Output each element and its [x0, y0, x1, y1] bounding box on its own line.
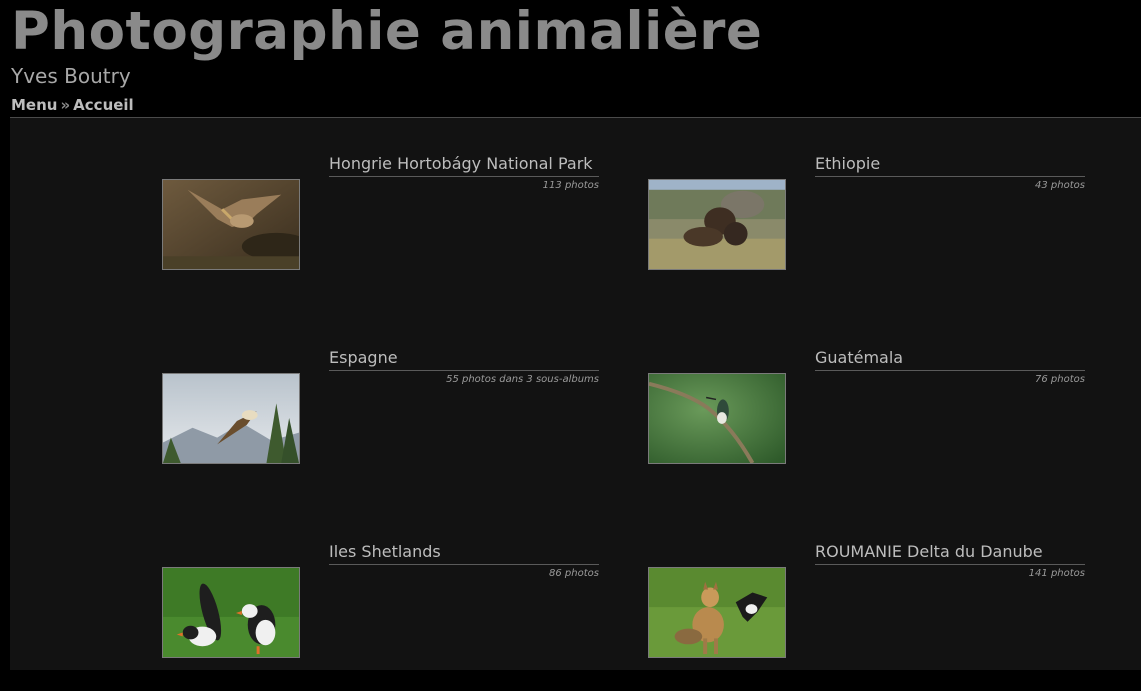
album-title[interactable]: Espagne: [329, 347, 599, 371]
breadcrumb-current[interactable]: Accueil: [73, 96, 134, 114]
puffins-photo-icon: [163, 568, 299, 657]
album-photo-count: 141 photos: [1028, 568, 1085, 579]
hummingbird-photo-icon: [649, 374, 785, 463]
album-thumbnail[interactable]: [648, 567, 786, 658]
album-photo-count: 55 photos dans 3 sous-albums: [446, 374, 599, 385]
album-photo-count: 86 photos: [549, 568, 599, 579]
gelada-monkeys-photo-icon: [649, 180, 785, 269]
sparrowhawk-photo-icon: [163, 180, 299, 269]
site-subtitle: Yves Boutry: [11, 64, 131, 88]
album-photo-count: 113 photos: [542, 180, 599, 191]
album-item: Espagne 55 photos dans 3 sous-albums: [162, 347, 602, 497]
album-item: Hongrie Hortobágy National Park 113 phot…: [162, 153, 602, 303]
album-title[interactable]: ROUMANIE Delta du Danube: [815, 541, 1085, 565]
breadcrumb-menu-link[interactable]: Menu: [11, 96, 57, 114]
album-title[interactable]: Hongrie Hortobágy National Park: [329, 153, 599, 177]
jackal-and-magpie-photo-icon: [649, 568, 785, 657]
album-thumbnail[interactable]: [648, 179, 786, 270]
album-thumbnail[interactable]: [648, 373, 786, 464]
album-thumbnail[interactable]: [162, 179, 300, 270]
site-title[interactable]: Photographie animalière: [11, 2, 762, 62]
breadcrumb: Menu» Accueil: [11, 95, 134, 115]
album-thumbnail[interactable]: [162, 567, 300, 658]
page-header: Photographie animalière Yves Boutry Menu…: [0, 0, 1141, 118]
album-list: Hongrie Hortobágy National Park 113 phot…: [10, 117, 1141, 670]
album-title[interactable]: Iles Shetlands: [329, 541, 599, 565]
album-title[interactable]: Guatémala: [815, 347, 1085, 371]
album-item: Guatémala 76 photos: [648, 347, 1088, 497]
album-photo-count: 76 photos: [1035, 374, 1085, 385]
album-item: Ethiopie 43 photos: [648, 153, 1088, 303]
album-photo-count: 43 photos: [1035, 180, 1085, 191]
album-thumbnail[interactable]: [162, 373, 300, 464]
breadcrumb-separator: »: [60, 96, 71, 114]
vulture-in-flight-photo-icon: [163, 374, 299, 463]
album-title[interactable]: Ethiopie: [815, 153, 1085, 177]
